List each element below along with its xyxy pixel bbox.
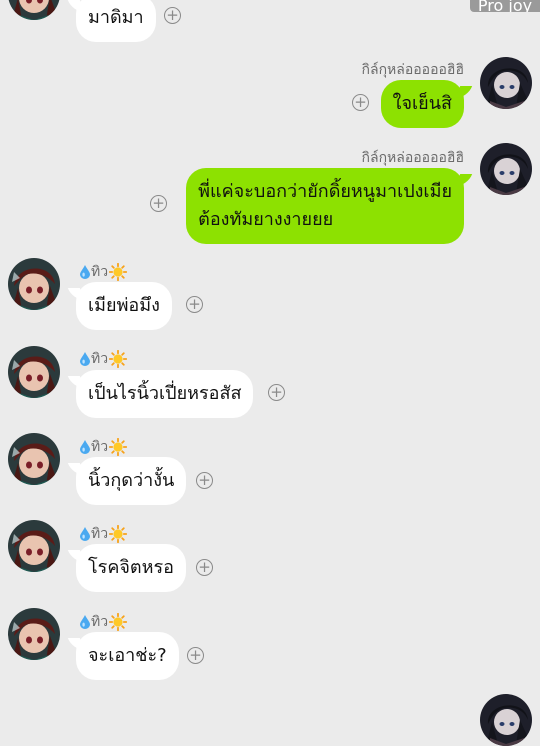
droplet-icon xyxy=(80,440,90,454)
avatar[interactable] xyxy=(8,258,60,310)
sender-name: กิล์กุหล่อออออฮิฮิ xyxy=(361,62,464,78)
message-bubble[interactable]: เป็นไรนิ้วเปี่ยหรอสัส xyxy=(76,370,254,418)
watermark-badge: Pro joy xyxy=(470,0,540,12)
add-reaction-icon[interactable]: + xyxy=(150,195,167,212)
add-reaction-icon[interactable]: + xyxy=(352,94,369,111)
sender-label: ทิว xyxy=(91,526,109,542)
message-line: พี่แค่จะบอกว่ายักดิ้ยหนูมาเปงเมีย xyxy=(198,181,452,202)
add-reaction-icon[interactable]: + xyxy=(186,296,203,313)
sender-name: ทิว xyxy=(80,436,127,458)
message-bubble[interactable]: มาดิมา xyxy=(76,0,156,42)
avatar[interactable] xyxy=(8,0,60,20)
sender-name: กิล์กุหล่อออออฮิฮิ xyxy=(361,150,464,166)
avatar[interactable] xyxy=(8,346,60,398)
add-reaction-icon[interactable]: + xyxy=(187,647,204,664)
message-bubble[interactable]: ใจเย็นสิ xyxy=(380,80,464,128)
avatar[interactable] xyxy=(8,608,60,660)
sender-label: ทิว xyxy=(91,614,109,630)
avatar[interactable] xyxy=(480,57,532,109)
message-bubble[interactable]: เมียพ่อมึง xyxy=(76,282,172,330)
avatar[interactable] xyxy=(8,520,60,572)
sun-icon xyxy=(109,613,127,631)
sender-name: ทิว xyxy=(80,611,127,633)
avatar[interactable] xyxy=(480,143,532,195)
message-bubble[interactable]: พี่แค่จะบอกว่ายักดิ้ยหนูมาเปงเมีย ต้องทั… xyxy=(186,168,464,244)
avatar[interactable] xyxy=(480,694,532,746)
droplet-icon xyxy=(80,527,90,541)
droplet-icon xyxy=(80,352,90,366)
sender-label: ทิว xyxy=(91,264,109,280)
sender-name: ทิว xyxy=(80,523,127,545)
droplet-icon xyxy=(80,265,90,279)
message-bubble[interactable]: นิ้วกุดว่างั้น xyxy=(76,457,187,505)
sun-icon xyxy=(109,525,127,543)
sender-label: ทิว xyxy=(91,351,109,367)
sun-icon xyxy=(109,263,127,281)
message-bubble[interactable]: โรคจิตหรอ xyxy=(76,544,186,592)
droplet-icon xyxy=(80,615,90,629)
avatar[interactable] xyxy=(8,433,60,485)
sender-label: ทิว xyxy=(91,439,109,455)
sender-name: ทิว xyxy=(80,261,127,283)
add-reaction-icon[interactable]: + xyxy=(196,559,213,576)
message-bubble[interactable]: จะเอาช่ะ? xyxy=(76,632,179,680)
sun-icon xyxy=(109,350,127,368)
sender-name: ทิว xyxy=(80,348,127,370)
message-line: ต้องทัมยางงายยย xyxy=(198,209,334,230)
add-reaction-icon[interactable]: + xyxy=(268,384,285,401)
sun-icon xyxy=(109,438,127,456)
add-reaction-icon[interactable]: + xyxy=(196,472,213,489)
add-reaction-icon[interactable]: + xyxy=(164,7,181,24)
